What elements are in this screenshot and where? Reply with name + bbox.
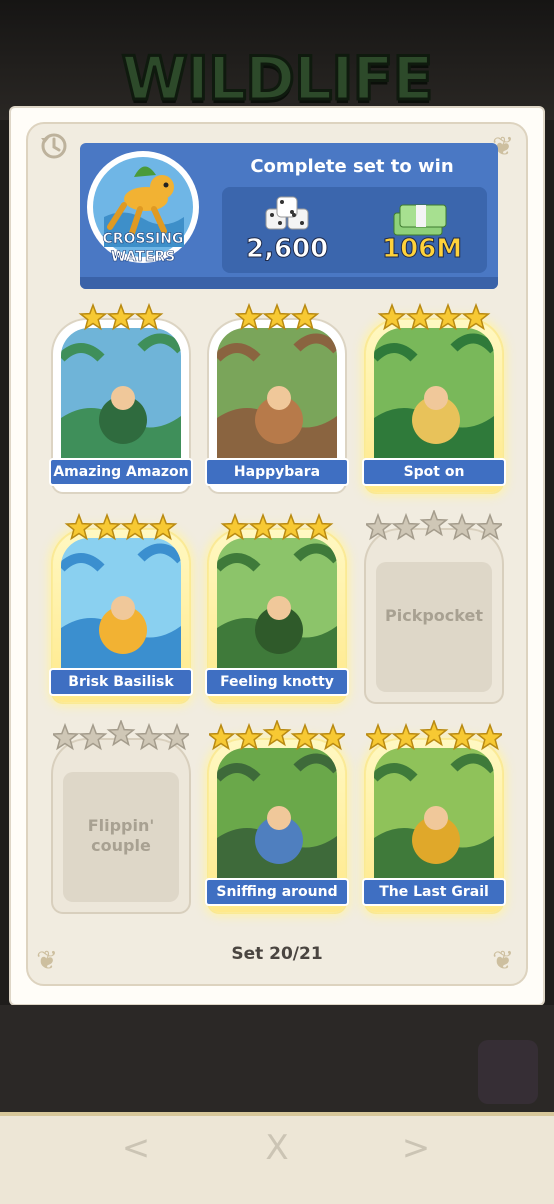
card-happybara[interactable]: Happybara bbox=[205, 302, 349, 492]
star-icon bbox=[363, 722, 393, 751]
star-icon bbox=[419, 718, 449, 747]
star-icon bbox=[106, 302, 136, 331]
star-icon bbox=[262, 302, 292, 331]
dice-reward: 2,600 bbox=[245, 234, 329, 265]
star-icon bbox=[461, 302, 491, 331]
card-locked-label: Pickpocket bbox=[385, 606, 483, 625]
card-artwork bbox=[217, 538, 337, 688]
star-icon bbox=[162, 722, 192, 751]
card-sniffing-around[interactable]: Sniffing around bbox=[205, 718, 349, 912]
card-stars bbox=[50, 718, 192, 756]
star-icon bbox=[377, 302, 407, 331]
star-icon bbox=[391, 512, 421, 541]
star-icon bbox=[120, 512, 150, 541]
card-stars bbox=[209, 510, 345, 546]
card-stars bbox=[206, 718, 348, 756]
card-label: The Last Grail bbox=[362, 878, 506, 906]
star-icon bbox=[106, 718, 136, 747]
star-icon bbox=[134, 722, 164, 751]
card-placeholder bbox=[376, 562, 492, 692]
card-artwork bbox=[61, 538, 181, 688]
star-icon bbox=[475, 512, 505, 541]
card-spot-on[interactable]: Spot on bbox=[362, 302, 506, 492]
card-the-last-grail[interactable]: The Last Grail bbox=[362, 718, 506, 912]
star-icon bbox=[78, 302, 108, 331]
previous-button[interactable]: < bbox=[116, 1128, 156, 1168]
card-artwork bbox=[374, 748, 494, 898]
card-artwork bbox=[374, 328, 494, 478]
star-icon bbox=[220, 512, 250, 541]
next-button[interactable]: > bbox=[396, 1128, 436, 1168]
card-locked-label: Flippin' couple bbox=[87, 816, 155, 855]
star-icon bbox=[206, 722, 236, 751]
card-label: Brisk Basilisk bbox=[49, 668, 193, 696]
card-label: Amazing Amazon bbox=[49, 458, 193, 486]
card-brisk-basilisk[interactable]: Brisk Basilisk bbox=[49, 512, 193, 702]
star-icon bbox=[304, 512, 334, 541]
album-title: WILDLIFE bbox=[120, 43, 435, 116]
card-stars bbox=[53, 300, 189, 336]
card-label: Spot on bbox=[362, 458, 506, 486]
history-icon[interactable] bbox=[38, 130, 70, 162]
star-icon bbox=[78, 722, 108, 751]
cash-reward: 106M bbox=[381, 234, 463, 265]
star-icon bbox=[234, 722, 264, 751]
star-icon bbox=[290, 302, 320, 331]
card-artwork bbox=[217, 748, 337, 898]
bottom-backdrop bbox=[0, 1005, 554, 1115]
card-stars bbox=[209, 300, 345, 336]
card-stars bbox=[366, 300, 502, 336]
star-icon bbox=[447, 722, 477, 751]
card-amazing-amazon[interactable]: Amazing Amazon bbox=[49, 302, 193, 492]
card-feeling-knotty[interactable]: Feeling knotty bbox=[205, 512, 349, 702]
star-icon bbox=[248, 512, 278, 541]
star-icon bbox=[447, 512, 477, 541]
card-pickpocket[interactable]: Pickpocket bbox=[363, 508, 505, 702]
star-icon bbox=[318, 722, 348, 751]
star-icon bbox=[433, 302, 463, 331]
star-icon bbox=[148, 512, 178, 541]
star-icon bbox=[475, 722, 505, 751]
card-stars bbox=[363, 508, 505, 546]
card-flippin-couple[interactable]: Flippin' couple bbox=[50, 718, 192, 912]
star-icon bbox=[363, 512, 393, 541]
star-icon bbox=[290, 722, 320, 751]
card-artwork bbox=[217, 328, 337, 478]
badge-title: CROSSING WATERS bbox=[102, 231, 184, 266]
star-icon bbox=[419, 508, 449, 537]
card-label: Happybara bbox=[205, 458, 349, 486]
star-icon bbox=[262, 718, 292, 747]
card-artwork bbox=[61, 328, 181, 478]
star-icon bbox=[234, 302, 264, 331]
card-label: Sniffing around bbox=[205, 878, 349, 906]
card-stars bbox=[53, 510, 189, 546]
star-icon bbox=[405, 302, 435, 331]
star-icon bbox=[134, 302, 164, 331]
star-icon bbox=[92, 512, 122, 541]
star-icon bbox=[50, 722, 80, 751]
card-stars bbox=[363, 718, 505, 756]
card-label: Feeling knotty bbox=[205, 668, 349, 696]
dice-icon bbox=[262, 195, 314, 239]
close-button[interactable]: X bbox=[257, 1128, 297, 1168]
treasure-chest-icon[interactable] bbox=[478, 1040, 538, 1104]
star-icon bbox=[64, 512, 94, 541]
reward-heading: Complete set to win bbox=[250, 156, 454, 177]
star-icon bbox=[391, 722, 421, 751]
set-progress: Set 20/21 bbox=[231, 944, 323, 964]
cash-stack-icon bbox=[390, 197, 450, 239]
star-icon bbox=[276, 512, 306, 541]
